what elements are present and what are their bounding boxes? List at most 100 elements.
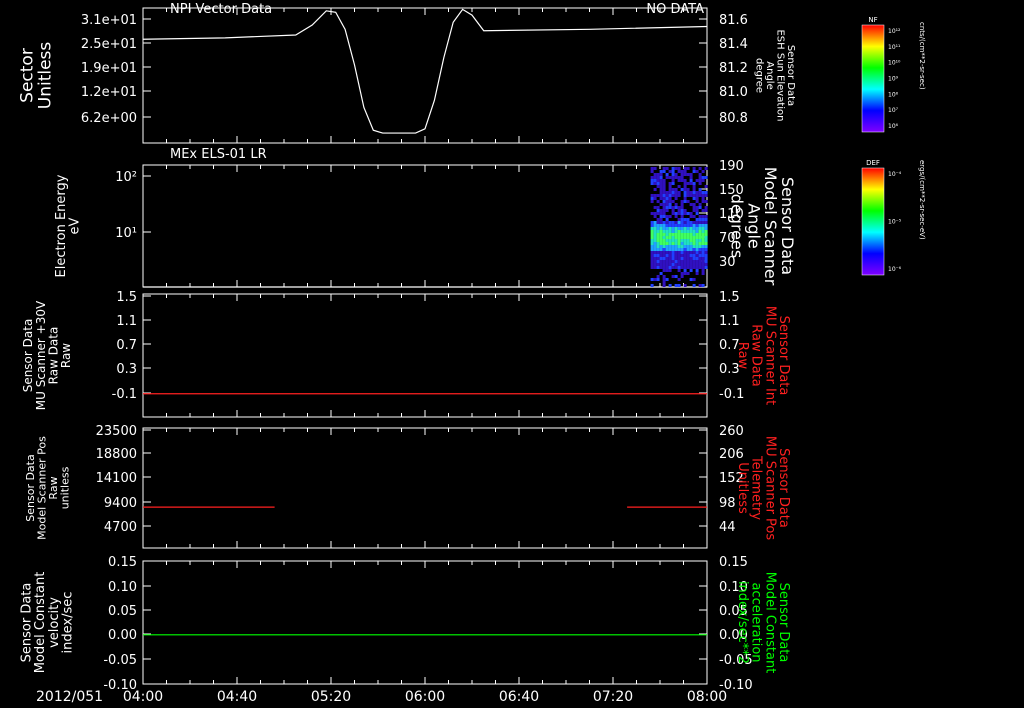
y-axis-label-line: Raw: [735, 342, 750, 370]
colorbar-tick-label: 10⁻⁶: [888, 266, 902, 273]
spectrogram-cell: [698, 233, 702, 236]
spectrogram-cell: [695, 200, 699, 203]
spectrogram-cell: [689, 251, 693, 254]
spectrogram-cell: [659, 194, 663, 197]
spectrogram-cell: [695, 197, 699, 200]
spectrogram-cell: [662, 260, 666, 263]
spectrogram-cell: [704, 233, 708, 236]
spectrogram-cell: [671, 221, 675, 224]
spectrogram-cell: [701, 230, 705, 233]
spectrogram-cell: [704, 239, 708, 242]
x-tick-label: 05:20: [311, 689, 351, 705]
y-tick-label-right: 81.2: [719, 61, 748, 76]
y-tick-label-right: 44: [719, 520, 736, 535]
spectrogram-cell: [677, 227, 681, 230]
spectrogram-cell: [698, 284, 702, 287]
spectrogram-cell: [698, 266, 702, 269]
spectrogram-cell: [674, 266, 678, 269]
spectrogram-cell: [680, 233, 684, 236]
spectrogram-cell: [668, 239, 672, 242]
spectrogram-cell: [674, 257, 678, 260]
spectrogram-cell: [659, 221, 663, 224]
spectrogram-cell: [662, 254, 666, 257]
spectrogram-cell: [698, 251, 702, 254]
spectrogram-cell: [671, 263, 675, 266]
spectrogram-cell: [653, 194, 657, 197]
spectrogram-cell: [674, 197, 678, 200]
spectrogram-cell: [704, 191, 708, 194]
spectrogram-cell: [683, 224, 687, 227]
spectrogram-cell: [686, 182, 690, 185]
spectrogram-cell: [689, 245, 693, 248]
spectrogram-cell: [653, 227, 657, 230]
y-tick-label-left: 1.2e+01: [81, 85, 137, 100]
spectrogram-cell: [686, 263, 690, 266]
spectrogram-cell: [653, 197, 657, 200]
spectrogram-cell: [653, 263, 657, 266]
x-tick-label: 07:20: [593, 689, 633, 705]
spectrogram-cell: [659, 170, 663, 173]
spectrogram-cell: [683, 170, 687, 173]
spectrogram-cell: [695, 209, 699, 212]
spectrogram-cell: [695, 212, 699, 215]
spectrogram-cell: [671, 251, 675, 254]
spectrogram-cell: [665, 263, 669, 266]
spectrogram-cell: [677, 176, 681, 179]
colorbar-tick-label: 10⁻⁵: [888, 219, 902, 226]
spectrogram-cell: [662, 179, 666, 182]
spectrogram-cell: [683, 188, 687, 191]
spectrogram-cell: [659, 212, 663, 215]
spectrogram-cell: [689, 236, 693, 239]
spectrogram-cell: [668, 200, 672, 203]
spectrogram-cell: [674, 239, 678, 242]
spectrogram-cell: [650, 170, 654, 173]
spectrogram-cell: [650, 245, 654, 248]
spectrogram-cell: [680, 176, 684, 179]
spectrogram-cell: [668, 191, 672, 194]
spectrogram-cell: [698, 182, 702, 185]
spectrogram-cell: [683, 245, 687, 248]
spectrogram-cell: [653, 212, 657, 215]
spectrogram-cell: [689, 278, 693, 281]
spectrogram-cell: [653, 167, 657, 170]
spectrogram-cell: [674, 248, 678, 251]
spectrogram-cell: [677, 239, 681, 242]
spectrogram-cell: [653, 224, 657, 227]
spectrogram-cell: [671, 236, 675, 239]
spectrogram-cell: [698, 245, 702, 248]
spectrogram-cell: [671, 266, 675, 269]
spectrogram-cell: [692, 239, 696, 242]
spectrogram-cell: [656, 176, 660, 179]
spectrogram-cell: [674, 275, 678, 278]
y-tick-label-left: 18800: [96, 447, 137, 462]
spectrogram-cell: [704, 218, 708, 221]
spectrogram-cell: [677, 257, 681, 260]
spectrogram-cell: [671, 257, 675, 260]
spectrogram-cell: [662, 221, 666, 224]
spectrogram-cell: [668, 266, 672, 269]
spectrogram-cell: [674, 251, 678, 254]
spectrogram-cell: [659, 191, 663, 194]
spectrogram-cell: [704, 251, 708, 254]
spectrogram-cell: [671, 254, 675, 257]
spectrogram-cell: [680, 248, 684, 251]
y-tick-label-left: 0.05: [108, 604, 137, 619]
y-tick-label-right: 81.0: [719, 85, 748, 100]
panel-1-series-line: [142, 8, 708, 134]
spectrogram-cell: [650, 239, 654, 242]
x-tick-label: 06:40: [499, 689, 539, 705]
spectrogram-cell: [683, 254, 687, 257]
spectrogram-cell: [674, 206, 678, 209]
spectrogram-cell: [656, 254, 660, 257]
spectrogram-cell: [683, 191, 687, 194]
spectrogram-cell: [698, 227, 702, 230]
spectrogram-cell: [665, 278, 669, 281]
spectrogram-cell: [695, 236, 699, 239]
spectrogram-cell: [653, 221, 657, 224]
spectrogram-cell: [695, 221, 699, 224]
spectrogram-cell: [653, 206, 657, 209]
spectrogram-cell: [659, 179, 663, 182]
spectrogram-cell: [689, 248, 693, 251]
colorbar-tick-label: 10¹⁰: [888, 60, 901, 67]
colorbar-tick-label: 10⁶: [888, 123, 899, 130]
